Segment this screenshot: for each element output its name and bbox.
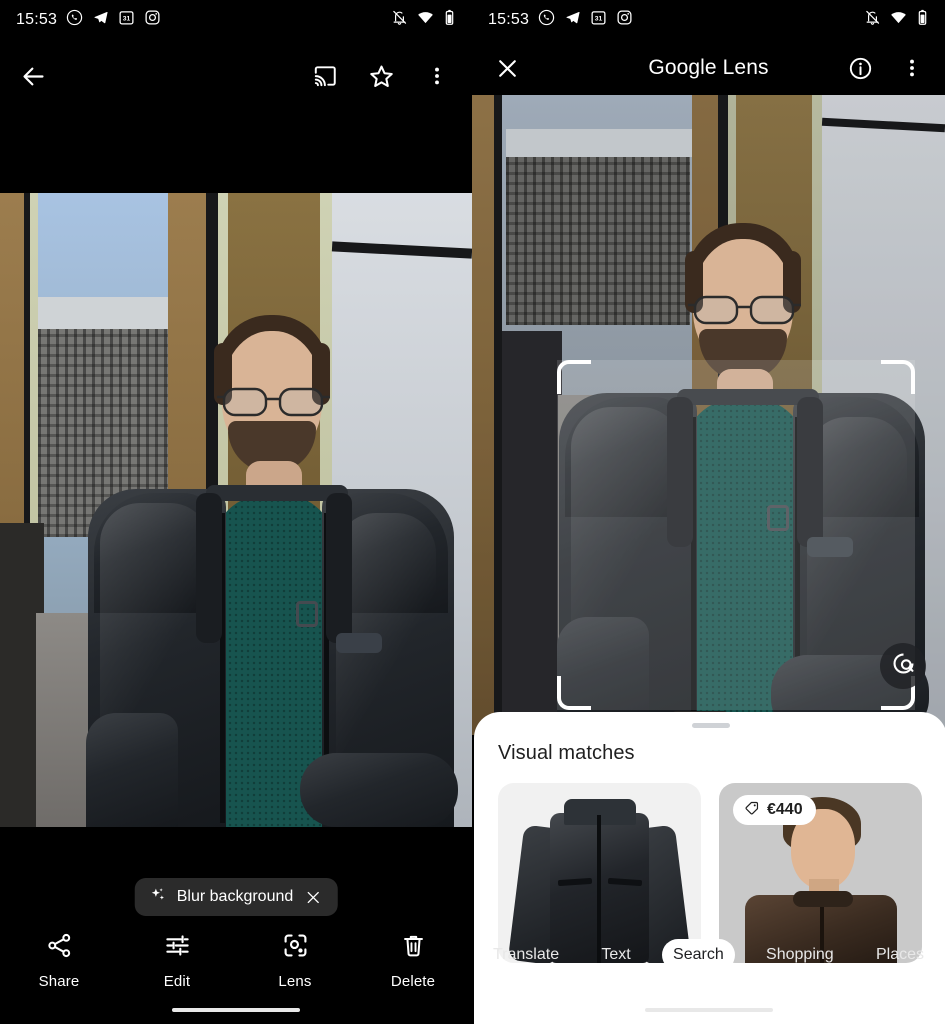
app-bar-actions [310,61,472,91]
price-badge: €440 [733,795,816,825]
status-bar: 15:53 31 [0,0,472,40]
lens-app-bar-actions [845,53,945,83]
crop-corner-top-right[interactable] [881,360,915,394]
crop-corner-bottom-left[interactable] [557,676,591,710]
share-label: Share [38,973,80,990]
lens-mode-tabs: Translate Text Search Shopping Places [472,936,945,974]
wifi-icon [890,9,907,31]
price-label: €440 [767,801,803,818]
edit-label: Edit [163,973,191,990]
whatsapp-icon [66,9,83,31]
blur-background-label: Blur background [176,888,294,905]
photos-app-bar [0,40,472,112]
calendar-icon: 31 [118,9,135,31]
tag-icon [744,800,760,821]
status-bar-right [391,9,456,31]
telegram-icon [92,9,109,31]
mute-icon [391,9,408,31]
person-subject [0,193,472,827]
tune-icon [164,932,191,964]
tab-search[interactable]: Search [662,939,735,971]
sleeve-left [86,713,178,827]
status-bar: 15:53 31 [472,0,945,40]
lens-viewer-image[interactable] [472,95,945,735]
visual-matches-title: Visual matches [498,742,635,764]
telegram-icon [564,9,581,31]
svg-text:31: 31 [595,16,603,23]
lens-refine-icon [891,651,916,681]
calendar-icon: 31 [590,9,607,31]
eyeglasses [687,291,803,325]
crop-corner-top-left[interactable] [557,360,591,394]
battery-icon [916,9,929,31]
visual-matches-sheet[interactable]: Visual matches €440 [474,712,945,1024]
delete-button[interactable]: Delete [354,932,472,990]
share-icon [46,932,73,964]
info-icon[interactable] [845,53,875,83]
more-vert-icon[interactable] [422,61,452,91]
dual-screenshot-stage: 15:53 31 Blur background Share Edit Lens… [0,0,945,1024]
close-icon[interactable] [492,53,522,83]
blur-background-chip[interactable]: Blur background [134,878,338,916]
chest-accessory [336,633,382,653]
mute-icon [864,9,881,31]
photo-viewer-image[interactable] [0,193,472,827]
status-bar-right [864,9,929,31]
lens-label: Lens [278,973,312,990]
tab-shopping[interactable]: Shopping [755,939,845,971]
back-arrow-icon[interactable] [18,61,48,91]
backpack-strap-left [196,493,222,643]
battery-icon [443,9,456,31]
gesture-bar [644,1008,773,1012]
back-button[interactable] [0,61,48,91]
delete-label: Delete [390,973,436,990]
tab-places[interactable]: Places [865,939,935,971]
visual-matches-list: €440 [474,765,945,963]
status-bar-left: 15:53 31 [16,9,161,31]
status-bar-clock: 15:53 [16,11,58,28]
lens-app-bar: Google Lens [472,40,945,96]
cast-icon[interactable] [310,61,340,91]
left-phone-screen: 15:53 31 Blur background Share Edit Lens… [0,0,472,1024]
sleeve-right [300,753,458,827]
tab-text[interactable]: Text [590,939,641,971]
status-bar-left: 15:53 31 [488,9,633,31]
instagram-icon [144,9,161,31]
close-icon[interactable] [303,887,323,907]
lens-refine-button[interactable] [880,643,926,689]
edit-button[interactable]: Edit [118,932,236,990]
status-bar-clock: 15:53 [488,11,530,28]
whatsapp-icon [538,9,555,31]
trash-icon [400,932,427,964]
sparkle-icon [149,886,167,909]
jacket-buckle [296,601,318,627]
model-jacket-collar [793,891,853,907]
close-button[interactable] [472,53,522,83]
tab-translate[interactable]: Translate [482,939,570,971]
photo-action-bar: Share Edit Lens Delete [0,932,472,990]
wifi-icon [417,9,434,31]
lens-selection-frame[interactable] [557,360,915,710]
lens-button[interactable]: Lens [236,932,354,990]
backpack-strap-right [326,493,352,643]
lens-icon [282,932,309,964]
more-vert-icon[interactable] [897,53,927,83]
photo-scene [0,193,472,827]
selection-overlay [557,360,915,710]
gesture-bar [172,1008,300,1012]
star-icon[interactable] [366,61,396,91]
instagram-icon [616,9,633,31]
eyeglasses [216,383,332,417]
svg-text:31: 31 [123,16,131,23]
share-button[interactable]: Share [0,932,118,990]
right-phone-screen: 15:53 31 Google Lens Visual matches €440… [472,0,945,1024]
